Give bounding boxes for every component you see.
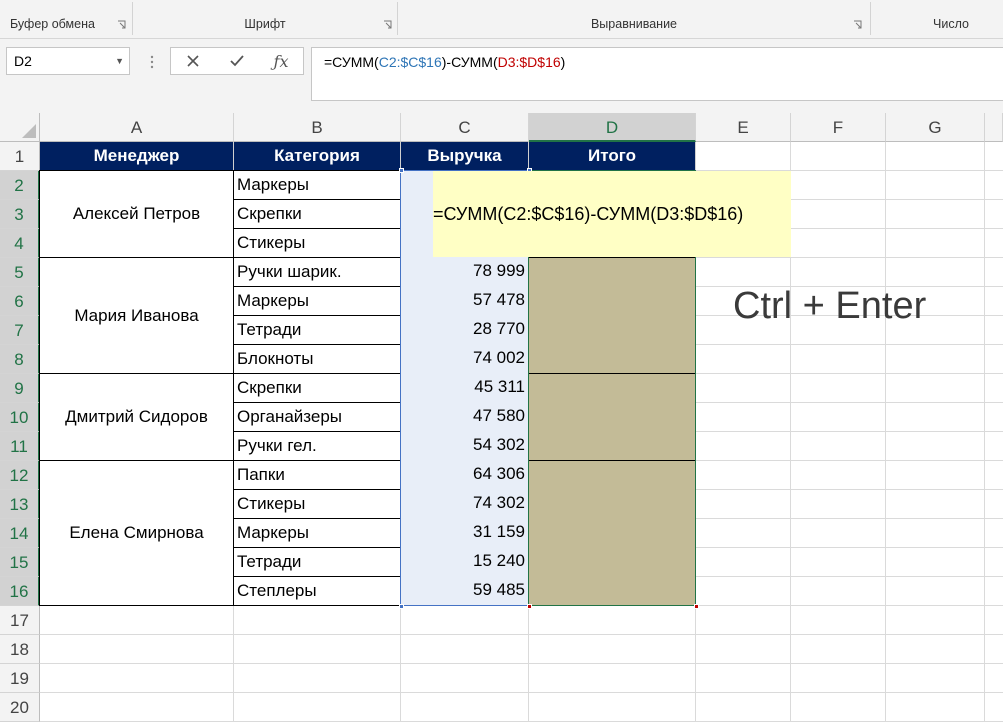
drag-handle-icon[interactable] [150, 54, 154, 70]
formula-part: C2:$C$16 [378, 54, 442, 70]
range-handle[interactable] [399, 604, 404, 609]
category-cell[interactable]: Маркеры [234, 170, 401, 200]
row-header-16[interactable]: 16 [0, 577, 40, 606]
chevron-down-icon[interactable]: ▼ [115, 48, 124, 74]
formula-part: D3:$D$16 [497, 54, 561, 70]
name-box-value: D2 [14, 53, 32, 69]
formula-text: =СУММ(C2:$C$16)-СУММ(D3:$D$16) [324, 54, 565, 70]
checkmark-icon [230, 55, 244, 67]
formula-part: )-СУММ( [441, 54, 498, 70]
row-header-19[interactable]: 19 [0, 664, 40, 693]
formula-part: =СУММ( [324, 54, 379, 70]
ribbon-group-clipboard: Буфер обмена [0, 0, 132, 37]
category-cell[interactable]: Маркеры [234, 286, 401, 316]
gridline [984, 142, 985, 722]
table-header-cell[interactable]: Выручка [401, 142, 529, 171]
ribbon-group-label: Выравнивание [590, 17, 678, 31]
column-header-g[interactable]: G [886, 113, 985, 142]
category-cell[interactable]: Степлеры [234, 576, 401, 606]
column-header-e[interactable]: E [696, 113, 791, 142]
enter-button[interactable] [215, 48, 259, 74]
formula-tooltip: =СУММ(C2:$C$16)-СУММ(D3:$D$16) [433, 171, 791, 257]
manager-cell[interactable]: Алексей Петров [39, 170, 234, 258]
category-cell[interactable]: Ручки гел. [234, 431, 401, 461]
row-header-13[interactable]: 13 [0, 490, 40, 519]
category-cell[interactable]: Тетради [234, 315, 401, 345]
category-cell[interactable]: Тетради [234, 547, 401, 577]
category-cell[interactable]: Блокноты [234, 344, 401, 374]
column-header-b[interactable]: B [234, 113, 401, 142]
row-header-18[interactable]: 18 [0, 635, 40, 664]
ribbon-group-label: Буфер обмена [10, 17, 95, 31]
dialog-launcher-icon[interactable] [383, 20, 392, 29]
dialog-launcher-icon[interactable] [853, 20, 862, 29]
manager-name: Мария Иванова [74, 305, 199, 325]
ribbon-group-alignment: Выравнивание [398, 0, 870, 37]
row-header-10[interactable]: 10 [0, 403, 40, 432]
gridline [40, 692, 1003, 693]
category-cell[interactable]: Ручки шарик. [234, 257, 401, 287]
name-box[interactable]: D2 ▼ [6, 47, 130, 75]
row-header-3[interactable]: 3 [0, 200, 40, 229]
category-cell[interactable]: Стикеры [234, 228, 401, 258]
ribbon: Буфер обмена Шрифт Выравнивание Число [0, 0, 1003, 39]
ribbon-group-number: Число [871, 0, 1003, 37]
column-header-c[interactable]: C [401, 113, 529, 142]
row-header-9[interactable]: 9 [0, 374, 40, 403]
column-header-a[interactable]: A [40, 113, 234, 142]
formula-input[interactable]: =СУММ(C2:$C$16)-СУММ(D3:$D$16) [311, 47, 1003, 101]
manager-name: Дмитрий Сидоров [65, 407, 208, 426]
category-cell[interactable]: Папки [234, 460, 401, 490]
column-header-d[interactable]: D [529, 113, 696, 142]
gridline [40, 634, 1003, 635]
table-header-cell[interactable]: Итого [529, 142, 696, 171]
ribbon-group-font: Шрифт [133, 0, 397, 37]
shortcut-label: Ctrl + Enter [733, 285, 927, 327]
fill-handle[interactable] [694, 604, 699, 609]
row-header-1[interactable]: 1 [0, 142, 40, 171]
range-handle[interactable] [527, 604, 532, 609]
gridline [40, 663, 1003, 664]
formula-buttons: ƒx [170, 47, 304, 75]
row-header-11[interactable]: 11 [0, 432, 40, 461]
ribbon-group-label: Число [933, 17, 969, 31]
row-header-7[interactable]: 7 [0, 316, 40, 345]
category-cell[interactable]: Стикеры [234, 489, 401, 519]
manager-name: Елена Смирнова [69, 523, 204, 542]
row-header-15[interactable]: 15 [0, 548, 40, 577]
category-cell[interactable]: Скрепки [234, 199, 401, 229]
row-header-17[interactable]: 17 [0, 606, 40, 635]
row-header-4[interactable]: 4 [0, 229, 40, 258]
select-all-icon [22, 124, 36, 138]
gridline [885, 142, 886, 722]
ribbon-group-label: Шрифт [244, 17, 286, 31]
row-header-12[interactable]: 12 [0, 461, 40, 490]
table-header-cell[interactable]: Категория [234, 142, 401, 171]
category-cell[interactable]: Органайзеры [234, 402, 401, 432]
column-header-filler [985, 113, 1003, 142]
close-icon [187, 55, 199, 67]
manager-cell[interactable]: Елена Смирнова [39, 460, 234, 606]
category-cell[interactable]: Маркеры [234, 518, 401, 548]
row-header-20[interactable]: 20 [0, 693, 40, 722]
manager-cell[interactable]: Дмитрий Сидоров [39, 373, 234, 461]
dialog-launcher-icon[interactable] [117, 20, 126, 29]
range-handle[interactable] [399, 168, 404, 173]
cancel-button[interactable] [171, 48, 215, 74]
row-header-14[interactable]: 14 [0, 519, 40, 548]
manager-name: Алексей Петров [72, 204, 201, 223]
select-all-corner[interactable] [0, 113, 40, 142]
formula-part: ) [560, 54, 566, 70]
row-header-5[interactable]: 5 [0, 258, 40, 287]
function-icon: ƒx [273, 51, 289, 71]
insert-function-button[interactable]: ƒx [259, 48, 303, 74]
row-header-6[interactable]: 6 [0, 287, 40, 316]
manager-cell[interactable]: Мария Иванова [39, 257, 234, 374]
table-header-cell[interactable]: Менеджер [40, 142, 234, 171]
row-header-2[interactable]: 2 [0, 171, 40, 200]
row-header-8[interactable]: 8 [0, 345, 40, 374]
category-cell[interactable]: Скрепки [234, 373, 401, 403]
column-header-f[interactable]: F [791, 113, 886, 142]
